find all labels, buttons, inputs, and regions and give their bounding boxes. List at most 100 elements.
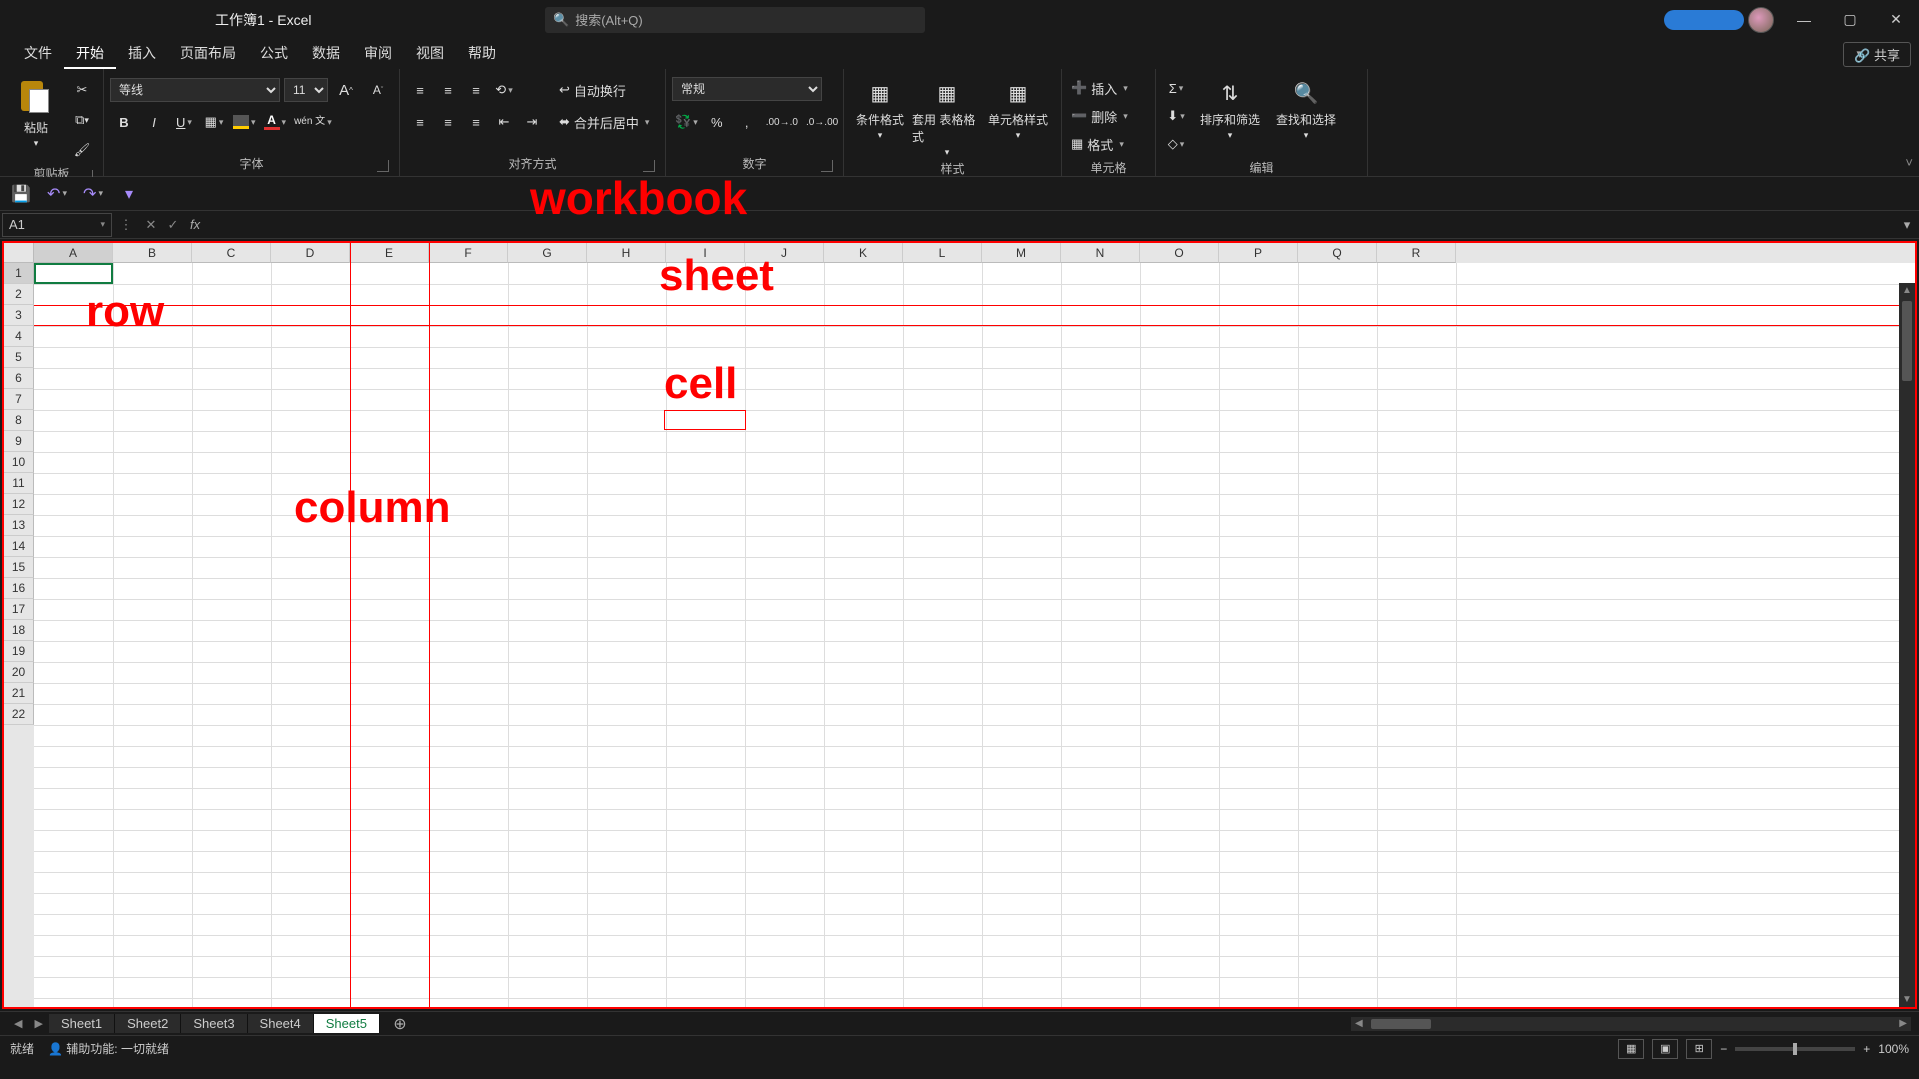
status-accessibility[interactable]: 👤 辅助功能: 一切就绪 [48, 1040, 169, 1057]
row-header-1[interactable]: 1 [4, 263, 34, 284]
font-size-select[interactable]: 11 [284, 78, 328, 102]
conditional-format-button[interactable]: ▦条件格式▾ [850, 73, 910, 141]
row-header-15[interactable]: 15 [4, 557, 34, 578]
column-header-Q[interactable]: Q [1298, 243, 1377, 263]
tab-数据[interactable]: 数据 [300, 39, 352, 69]
row-header-9[interactable]: 9 [4, 431, 34, 452]
redo-button[interactable]: ↷ [80, 181, 106, 207]
tab-开始[interactable]: 开始 [64, 39, 116, 69]
row-header-20[interactable]: 20 [4, 662, 34, 683]
column-header-E[interactable]: E [350, 243, 429, 263]
increase-decimal-button[interactable]: .00→.0 [763, 109, 801, 135]
align-right-button[interactable]: ≡ [462, 109, 490, 135]
tab-插入[interactable]: 插入 [116, 39, 168, 69]
row-header-19[interactable]: 19 [4, 641, 34, 662]
column-header-G[interactable]: G [508, 243, 587, 263]
percent-button[interactable]: % [703, 109, 731, 135]
column-header-F[interactable]: F [429, 243, 508, 263]
accounting-format-button[interactable]: 💱 [672, 109, 701, 135]
name-box[interactable]: A1▾ [2, 213, 112, 237]
insert-cells-button[interactable]: ➕ 插入 [1068, 75, 1148, 101]
save-button[interactable]: 💾 [8, 181, 34, 207]
row-header-4[interactable]: 4 [4, 326, 34, 347]
number-format-select[interactable]: 常规 [672, 77, 822, 101]
vertical-scrollbar[interactable]: ▲▼ [1899, 283, 1915, 1007]
number-dialog-icon[interactable] [821, 160, 833, 172]
zoom-in-button[interactable]: + [1863, 1042, 1870, 1056]
tab-帮助[interactable]: 帮助 [456, 39, 508, 69]
row-header-21[interactable]: 21 [4, 683, 34, 704]
tab-文件[interactable]: 文件 [12, 39, 64, 69]
row-header-22[interactable]: 22 [4, 704, 34, 725]
row-header-11[interactable]: 11 [4, 473, 34, 494]
format-as-table-button[interactable]: ▦套用 表格格式▾ [912, 73, 982, 158]
column-header-P[interactable]: P [1219, 243, 1298, 263]
undo-button[interactable]: ↶ [44, 181, 70, 207]
format-painter-button[interactable]: 🖌 [68, 137, 96, 163]
phonetic-button[interactable]: wén 文 [291, 109, 335, 135]
share-button[interactable]: 🔗 共享 [1843, 42, 1911, 67]
cell-styles-button[interactable]: ▦单元格样式▾ [984, 73, 1052, 141]
clear-button[interactable]: ◇ [1162, 131, 1190, 157]
qat-customize-button[interactable]: ▾ [116, 181, 142, 207]
row-header-5[interactable]: 5 [4, 347, 34, 368]
row-header-17[interactable]: 17 [4, 599, 34, 620]
column-header-M[interactable]: M [982, 243, 1061, 263]
copy-button[interactable]: ⧉ ▾ [68, 107, 96, 133]
decrease-decimal-button[interactable]: .0→.00 [803, 109, 841, 135]
minimize-button[interactable]: — [1781, 0, 1827, 39]
orientation-button[interactable]: ⟲ [490, 77, 518, 103]
enter-formula-button[interactable]: ✓ [162, 217, 184, 233]
font-color-button[interactable]: A [261, 109, 290, 135]
format-cells-button[interactable]: ▦ 格式 [1068, 131, 1148, 157]
increase-font-button[interactable]: A^ [332, 77, 360, 103]
collapse-ribbon-button[interactable]: ˅ [1905, 155, 1913, 170]
row-header-7[interactable]: 7 [4, 389, 34, 410]
cut-button[interactable]: ✂ [68, 77, 96, 103]
fill-button[interactable]: ⬇ [1162, 103, 1190, 129]
alignment-dialog-icon[interactable] [643, 160, 655, 172]
row-header-18[interactable]: 18 [4, 620, 34, 641]
align-bottom-button[interactable]: ≡ [462, 77, 490, 103]
column-header-O[interactable]: O [1140, 243, 1219, 263]
sheet-tab-Sheet2[interactable]: Sheet2 [115, 1014, 181, 1033]
align-center-button[interactable]: ≡ [434, 109, 462, 135]
align-top-button[interactable]: ≡ [406, 77, 434, 103]
find-select-button[interactable]: 🔍查找和选择▾ [1270, 73, 1342, 141]
normal-view-button[interactable]: ▦ [1618, 1039, 1644, 1059]
italic-button[interactable]: I [140, 109, 168, 135]
column-header-B[interactable]: B [113, 243, 192, 263]
formula-input[interactable] [206, 213, 1895, 237]
bold-button[interactable]: B [110, 109, 138, 135]
column-header-N[interactable]: N [1061, 243, 1140, 263]
merge-center-button[interactable]: ⬌ 合并后居中 [556, 109, 666, 135]
tab-公式[interactable]: 公式 [248, 39, 300, 69]
column-header-L[interactable]: L [903, 243, 982, 263]
fill-color-button[interactable] [230, 109, 259, 135]
search-box[interactable]: 🔍 搜索(Alt+Q) [545, 7, 925, 33]
cells-area[interactable] [34, 263, 1915, 1007]
add-sheet-button[interactable]: ⊕ [388, 1014, 412, 1034]
sheet-tab-Sheet4[interactable]: Sheet4 [248, 1014, 314, 1033]
avatar[interactable] [1748, 7, 1774, 33]
row-header-14[interactable]: 14 [4, 536, 34, 557]
border-button[interactable]: ▦ [200, 109, 228, 135]
column-header-D[interactable]: D [271, 243, 350, 263]
font-dialog-icon[interactable] [377, 160, 389, 172]
sheet-tab-Sheet1[interactable]: Sheet1 [49, 1014, 115, 1033]
column-header-H[interactable]: H [587, 243, 666, 263]
cancel-formula-button[interactable]: ✕ [140, 217, 162, 233]
row-header-12[interactable]: 12 [4, 494, 34, 515]
sort-filter-button[interactable]: ⇅排序和筛选▾ [1194, 73, 1266, 141]
row-header-8[interactable]: 8 [4, 410, 34, 431]
column-header-C[interactable]: C [192, 243, 271, 263]
select-all-corner[interactable] [4, 243, 34, 263]
column-header-R[interactable]: R [1377, 243, 1456, 263]
sheet-tab-Sheet5[interactable]: Sheet5 [314, 1014, 380, 1033]
expand-formula-bar-button[interactable]: ▾ [1895, 217, 1919, 233]
comma-button[interactable]: , [733, 109, 761, 135]
fx-icon[interactable]: fx [184, 217, 206, 232]
sheet-nav-prev[interactable]: ◀ [8, 1017, 28, 1030]
page-break-view-button[interactable]: ⊞ [1686, 1039, 1712, 1059]
tab-审阅[interactable]: 审阅 [352, 39, 404, 69]
